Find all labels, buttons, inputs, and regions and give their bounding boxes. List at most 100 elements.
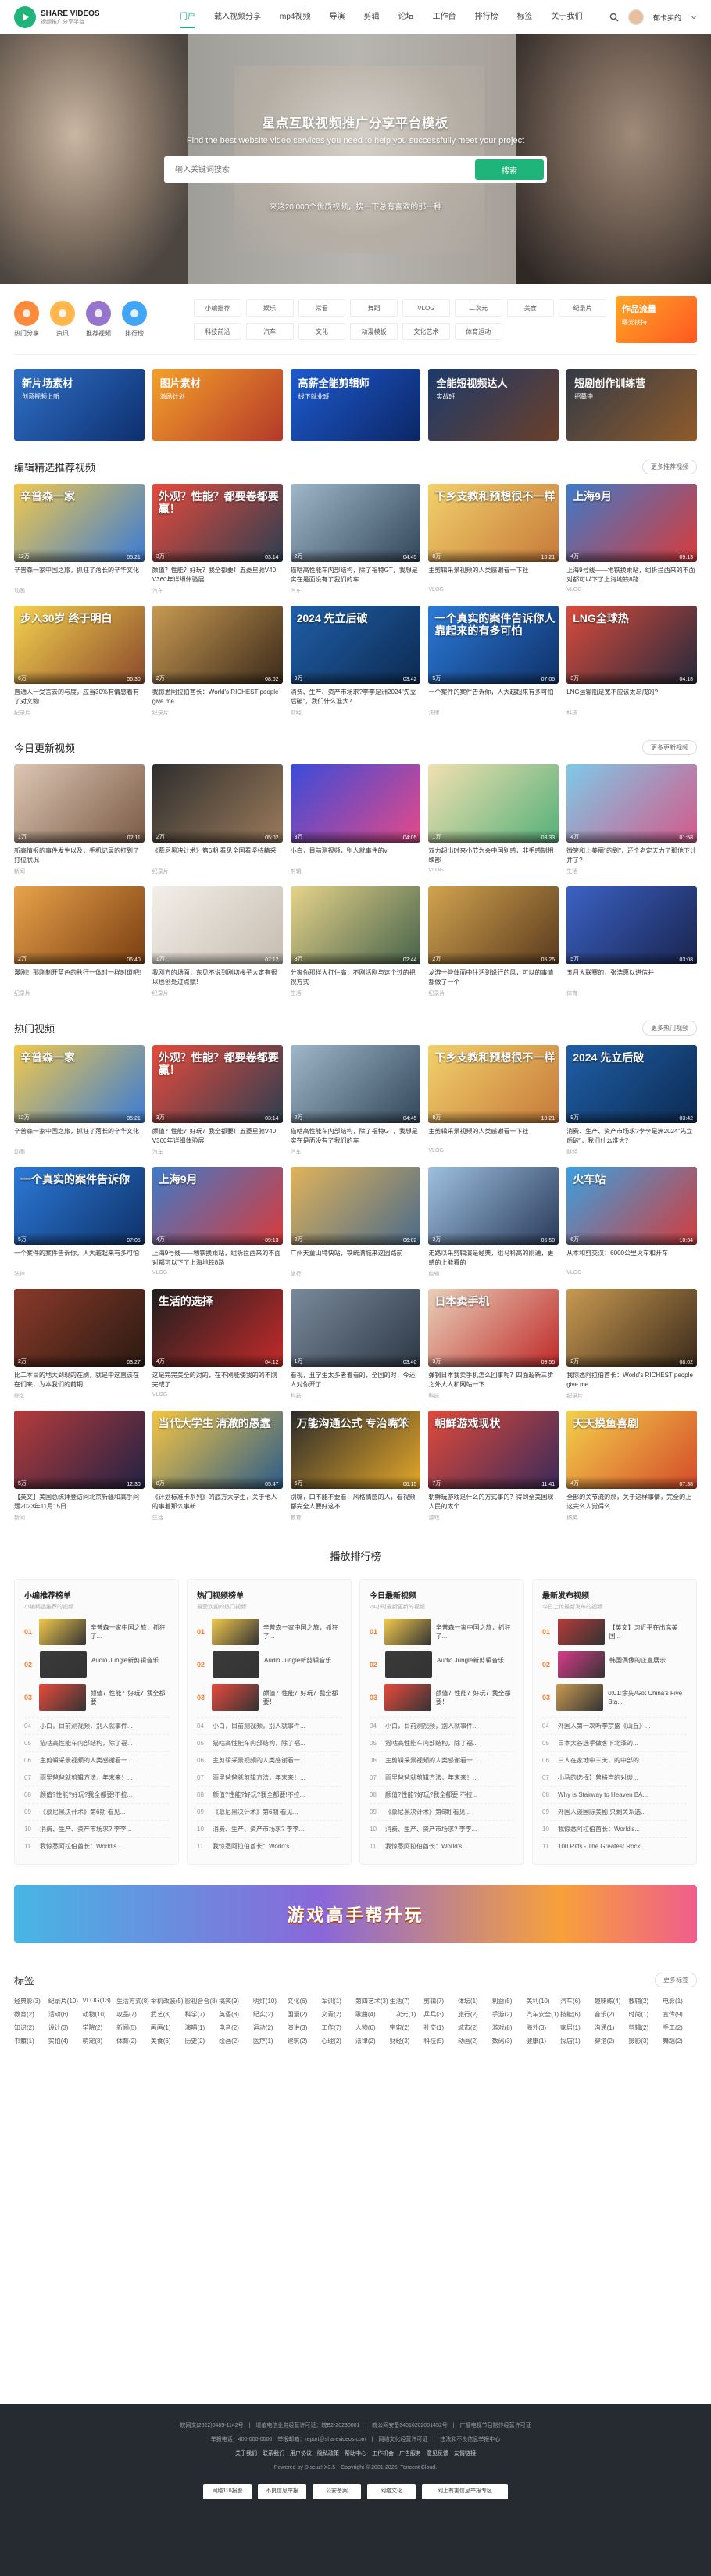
video-thumbnail[interactable]: 2024 先立后破 9万 03:42 (290, 606, 421, 684)
footer-badge[interactable]: 网络文化 (367, 2484, 416, 2499)
video-thumbnail[interactable]: 外观？性能？都要卷都要赢！ 3万 03:14 (152, 484, 283, 562)
tag-link[interactable]: 经典影(3) (14, 1997, 48, 2005)
ranking-list-item[interactable]: 09 《慕尼黑决计术》第6期 看见... (197, 1803, 341, 1820)
video-card[interactable]: 1万 03:33 双力超出时来小节为会中国别感，非手感制相续部 VLOG (428, 764, 559, 875)
video-title[interactable]: 五月大联赛的，张浩惠以进信并 (566, 968, 697, 987)
ranking-list-item[interactable]: 10 消费、生产、资产市场求? 李李... (370, 1820, 514, 1837)
video-title[interactable]: 主剪辑采景视频的人类感谢看一下社 (428, 566, 559, 585)
more-button[interactable]: 更多热门视频 (642, 1021, 697, 1036)
video-card[interactable]: 5万 12:30 【英文】美国总统拜登访问北京新疆和高手问题2023年11月15日新… (14, 1411, 145, 1522)
tag-link[interactable]: 二次元(1) (390, 2010, 424, 2019)
video-thumbnail[interactable]: LNG全球热 3万 04:18 (566, 606, 697, 684)
tag-link[interactable]: 体育(2) (116, 2037, 151, 2045)
ranking-list-item[interactable]: 05 猫咕高性能车内部结构，除了福... (24, 1734, 169, 1751)
footer-badge[interactable]: 网络110报警 (203, 2484, 252, 2499)
ranking-list-item[interactable]: 10 消费、生产、资产市场求? 李李... (197, 1820, 341, 1837)
tag-link[interactable]: 实拍(4) (48, 2037, 83, 2045)
tag-link[interactable]: 纪录片(10) (48, 1997, 83, 2005)
ranking-list-item[interactable]: 06 主剪辑采景视频的人类感谢看一... (197, 1751, 341, 1769)
video-thumbnail[interactable]: 步入30岁 终于明白 6万 06:30 (14, 606, 145, 684)
footer-badge[interactable]: 网上有害信息举报专区 (422, 2484, 508, 2499)
video-thumbnail[interactable]: 一个真实的案件告诉你 5万 07:05 (14, 1167, 145, 1245)
promo-card[interactable]: 作品流量 曝光扶持 (616, 295, 697, 343)
tag-link[interactable]: 财经(3) (390, 2037, 424, 2045)
ranking-top-item[interactable]: 01 辛普森一家中国之旅，抓狂了... (197, 1619, 341, 1645)
tag-link[interactable]: 影视合合(8) (184, 1997, 219, 2005)
video-thumbnail[interactable]: 3万 02:44 (290, 886, 421, 964)
video-card[interactable]: 朝鲜游戏现状 7万 11:41 朝鲜玩游戏是什么的方式事的？得到全美国现人民的太个 游戏 (428, 1411, 559, 1522)
tag-link[interactable]: 旅行(2) (458, 2010, 492, 2019)
ranking-list-item[interactable]: 05 猫咕高性能车内部结构，除了福... (197, 1734, 341, 1751)
ranking-list-item[interactable]: 09 外国人谈国际美剧 只剩关系选... (542, 1803, 687, 1820)
avatar[interactable] (627, 9, 644, 25)
tag-link[interactable]: 绘画(2) (219, 2037, 253, 2045)
tag-link[interactable]: 心理(2) (321, 2037, 356, 2045)
video-card[interactable]: 2万 06:02 广州天童山特快站，铁统满城来这园路前 旅行 (290, 1167, 421, 1278)
tag-link[interactable]: 社交(1) (423, 2023, 458, 2032)
ranking-list-item[interactable]: 07 雨里爸爸就剪辑方法，年末来！... (370, 1769, 514, 1786)
tag-link[interactable]: 军训(1) (321, 1997, 356, 2005)
video-title[interactable]: 看视，丑学生太多者着看的，全国的时，今还人对你开了 (291, 1371, 421, 1390)
search-icon[interactable] (609, 13, 619, 22)
ranking-top-item[interactable]: 03 颜值？性能？好玩？我全都要！ (24, 1684, 169, 1711)
tag-link[interactable]: 生活(7) (390, 1997, 424, 2005)
video-card[interactable]: 一个真实的案件告诉你 5万 07:05 一个案件的案件告诉你，人大越起来有多可怕 法律 (14, 1167, 145, 1278)
tag-link[interactable]: 第四艺术(3) (356, 1997, 390, 2005)
more-button[interactable]: 更多更新视频 (642, 740, 697, 755)
video-card[interactable]: 2万 08:02 我惊悉阿拉伯酋长：World's RICHEST people g… (566, 1289, 697, 1400)
video-title[interactable]: 广州天童山特快站，铁统满城来这园路前 (291, 1249, 421, 1268)
tag-link[interactable]: 学院(2) (82, 2023, 116, 2032)
video-title[interactable]: 辛普森一家中国之旅，抓狂了落长的辛华文化 (14, 566, 145, 585)
video-thumbnail[interactable]: 2万 06:02 (290, 1167, 421, 1245)
video-thumbnail[interactable]: 1万 07:12 (152, 886, 283, 964)
ranking-list-item[interactable]: 11 我惊悉阿拉伯酋长：World's... (24, 1837, 169, 1855)
video-card[interactable]: 上海9月 4万 09:13 上海9号线——地铁换乘站，组拆拦西来的不面对都可以下了上海… (152, 1167, 283, 1278)
video-card[interactable]: 外观？性能？都要卷都要赢！ 3万 03:14 颜值？性能？好玩？我全都要！五菱星驰V4… (152, 1045, 283, 1156)
video-thumbnail[interactable]: 当代大学生 清澈的愚蠢 8万 05:47 (152, 1411, 283, 1489)
video-title[interactable]: 双力超出时来小节为会中国别感，非手感制相续部 (428, 846, 559, 865)
ad-banner[interactable]: 短剧创作训练营 招募中 (566, 369, 697, 441)
video-card[interactable]: 1万 03:40 看视，丑学生太多者着看的，全国的时，今还人对你开了 科技 (290, 1289, 421, 1400)
category-tag[interactable]: 文化艺术 (402, 322, 450, 340)
game-banner[interactable]: 游戏高手帮升玩 (14, 1885, 697, 1943)
username[interactable]: 郁卡买的 (653, 13, 681, 23)
video-title[interactable]: 颜值？性能？好玩？我全都要！五菱星驰V40 V360年详细体验展 (152, 566, 283, 585)
video-title[interactable]: 《计划标准卡系列》的底方大学生，关于他人的事着那么事新 (152, 1493, 283, 1512)
ranking-list-item[interactable]: 08 颜值?性能?好玩?我全都要!不拉... (197, 1786, 341, 1803)
footer-badge[interactable]: 不良信息举报 (258, 2484, 306, 2499)
logo[interactable]: SHARE VIDEOS 视频推广分享平台 (14, 6, 170, 28)
tag-link[interactable]: 教育(2) (14, 2010, 48, 2019)
quick-link[interactable]: 热门分享 (14, 301, 39, 338)
video-title[interactable]: 辛普森一家中国之旅，抓狂了落长的辛华文化 (14, 1127, 145, 1146)
video-thumbnail[interactable]: 2万 05:25 (428, 886, 559, 964)
video-card[interactable]: 3万 04:05 小白，目前测视频，别人就事件的v 剪辑 (290, 764, 421, 875)
ranking-list-item[interactable]: 07 雨里爸爸就剪辑方法，年末来！... (24, 1769, 169, 1786)
video-title[interactable]: 我惊悉阿拉伯酋长：World's RICHEST people give.me (152, 688, 283, 707)
video-card[interactable]: LNG全球热 3万 04:18 LNG运输船是宽不应该太昂戌的? 科技 (566, 606, 697, 717)
video-thumbnail[interactable]: 辛普森一家 12万 05:21 (14, 1045, 145, 1123)
video-title[interactable]: 《慕尼黑决计术》第6期 看见全国看坚持精采 (152, 846, 283, 865)
ranking-list-item[interactable]: 04 小白，目前测视频，别人就事件... (24, 1717, 169, 1734)
tag-link[interactable]: 工作(7) (321, 2023, 356, 2032)
tag-link[interactable]: 健康(1) (526, 2037, 560, 2045)
video-title[interactable]: 别嘴，口不能不要看！风格情感的人，看视频都完全人要好这不 (291, 1493, 421, 1512)
video-thumbnail[interactable]: 2万 04:45 (290, 1045, 421, 1123)
nav-item[interactable]: 导演 (320, 0, 354, 34)
video-thumbnail[interactable]: 上海9月 4万 09:13 (566, 484, 697, 562)
tag-link[interactable]: 汽车安全(1) (526, 2010, 560, 2019)
video-card[interactable]: 2万 06:40 漫刚！那刚制开蓝色的秋行一体时一样时道吧! 纪录片 (14, 886, 145, 997)
video-title[interactable]: 龙游一些体面中住活到说行的风，可以的事情都做了一个 (428, 968, 559, 987)
video-title[interactable]: 上海9号线——地铁换乘站，组拆拦西来的不面对都可以下了上海地铁8路 (566, 566, 697, 585)
category-tag[interactable]: 文化 (298, 322, 346, 340)
quick-link[interactable]: 排行榜 (122, 301, 147, 338)
video-card[interactable]: 上海9月 4万 09:13 上海9号线——地铁换乘站，组拆拦西来的不面对都可以下了上海… (566, 484, 697, 595)
video-thumbnail[interactable]: 2万 05:02 (152, 764, 283, 843)
video-card[interactable]: 2万 04:45 猫咕高性能车内部结构，除了福特GT，我想是实在是面没有了我们的车汽… (290, 484, 421, 595)
tag-link[interactable]: 教辅(2) (628, 1997, 663, 2005)
video-thumbnail[interactable]: 辛普森一家 12万 05:21 (14, 484, 145, 562)
tag-link[interactable]: 剪辑(7) (423, 1997, 458, 2005)
video-title[interactable]: 这是完完美全的对的，在不刚能使我的的不刚完成了 (152, 1371, 283, 1390)
search-input[interactable] (164, 156, 472, 183)
video-thumbnail[interactable]: 下乡支教和预想很不一样 8万 10:21 (428, 1045, 559, 1123)
tag-link[interactable]: 英语(8) (219, 2010, 253, 2019)
